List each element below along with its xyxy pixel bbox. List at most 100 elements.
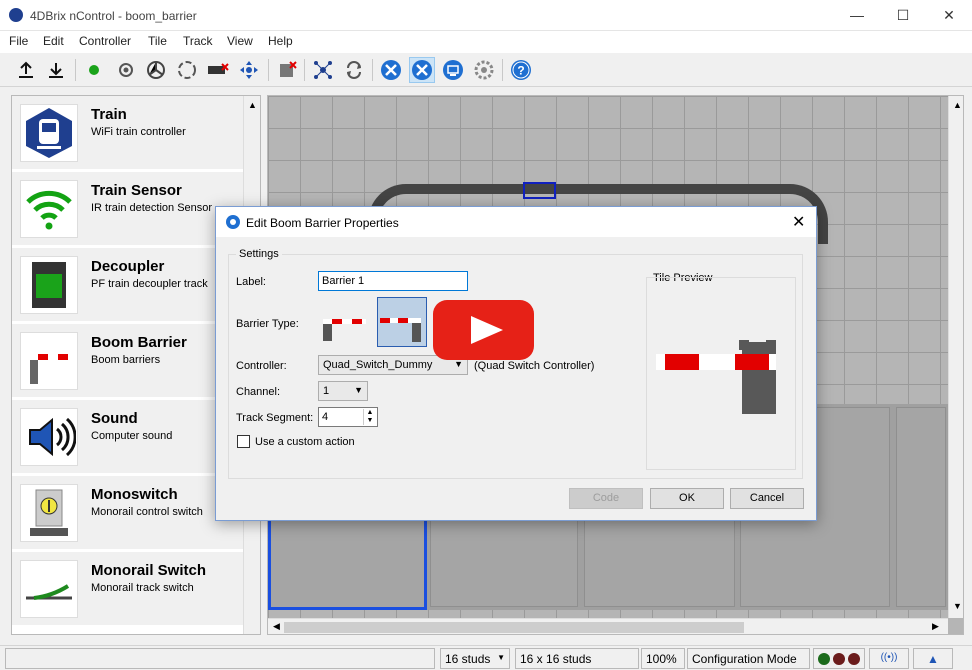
grid-size: 16 x 16 studs bbox=[515, 648, 639, 669]
video-play-icon[interactable] bbox=[433, 300, 534, 360]
label-label: Label: bbox=[236, 276, 266, 288]
gear-icon[interactable] bbox=[471, 57, 497, 83]
upload-icon[interactable] bbox=[13, 57, 39, 83]
sidebar-item-sound[interactable]: Sound Computer sound bbox=[12, 400, 243, 474]
sidebar-item-desc: Computer sound bbox=[91, 430, 173, 442]
stepper-arrows-icon[interactable]: ▲ ▼ bbox=[363, 409, 376, 425]
code-button[interactable]: Code bbox=[569, 488, 643, 509]
circle-track-icon[interactable] bbox=[174, 57, 200, 83]
sidebar-item-title: Boom Barrier bbox=[91, 334, 187, 351]
train-icon bbox=[20, 104, 78, 162]
toolbar: ? bbox=[0, 53, 972, 87]
network-icon[interactable] bbox=[310, 57, 336, 83]
mode-indicator: Configuration Mode bbox=[687, 648, 810, 669]
tile-preview-box bbox=[646, 277, 796, 470]
edit-boom-barrier-dialog: Edit Boom Barrier Properties ✕ Settings … bbox=[215, 206, 817, 521]
custom-action-label: Use a custom action bbox=[255, 436, 355, 448]
delete-tile-icon[interactable] bbox=[274, 57, 300, 83]
speaker-icon bbox=[20, 408, 78, 466]
boom-barrier-preview bbox=[656, 340, 776, 414]
decoupler-icon[interactable] bbox=[205, 57, 231, 83]
sidebar-item-desc: PF train decoupler track bbox=[91, 278, 208, 290]
broadcast-icon[interactable]: ((•)) bbox=[869, 648, 909, 669]
sidebar-item-title: Monoswitch bbox=[91, 486, 178, 503]
move-icon[interactable] bbox=[236, 57, 262, 83]
sidebar-item-title: Monorail Switch bbox=[91, 562, 207, 579]
track-segment-stepper[interactable]: 4 ▲ ▼ bbox=[318, 407, 378, 427]
minimize-button[interactable]: — bbox=[834, 0, 880, 31]
barrier-type-left-option[interactable] bbox=[318, 297, 368, 345]
menu-help[interactable]: Help bbox=[268, 31, 293, 48]
loop-icon[interactable] bbox=[341, 57, 367, 83]
controller-label: Controller: bbox=[236, 360, 287, 372]
barrier-type-right-option[interactable] bbox=[377, 297, 427, 347]
download-icon[interactable] bbox=[43, 57, 69, 83]
channel-label: Channel: bbox=[236, 386, 281, 398]
screen-icon[interactable] bbox=[440, 57, 466, 83]
bell-icon[interactable]: ▲ bbox=[913, 648, 953, 669]
scroll-right-icon[interactable]: ▶ bbox=[932, 621, 939, 632]
sidebar-item-title: Decoupler bbox=[91, 258, 165, 275]
scroll-up-icon[interactable]: ▲ bbox=[248, 100, 257, 110]
sidebar-item-title: Train bbox=[91, 106, 127, 123]
sidebar-item-monoswitch[interactable]: Monoswitch Monorail control switch bbox=[12, 476, 243, 550]
green-dot-icon[interactable] bbox=[81, 57, 107, 83]
status-bar: 16 studs ▼ 16 x 16 studs 100% Configurat… bbox=[0, 645, 972, 670]
sidebar-item-boom-barrier[interactable]: Boom Barrier Boom barriers bbox=[12, 324, 243, 398]
track-segment-label: Track Segment: bbox=[236, 412, 314, 424]
cancel-button[interactable]: Cancel bbox=[730, 488, 804, 509]
custom-action-checkbox[interactable] bbox=[237, 435, 250, 448]
menu-tile[interactable]: Tile bbox=[148, 31, 167, 48]
sidebar-item-decoupler[interactable]: Decoupler PF train decoupler track bbox=[12, 248, 243, 322]
monorail-switch-icon bbox=[20, 560, 78, 618]
scroll-up-icon[interactable]: ▲ bbox=[953, 100, 962, 110]
dialog-title-bar: Edit Boom Barrier Properties ✕ bbox=[216, 207, 816, 237]
monoswitch-icon bbox=[20, 484, 78, 542]
scroll-down-icon[interactable]: ▼ bbox=[953, 601, 962, 611]
sidebar-item-desc: Monorail track switch bbox=[91, 582, 194, 594]
decoupler-icon bbox=[20, 256, 78, 314]
studs-value: 16 studs bbox=[445, 652, 491, 666]
ok-button[interactable]: OK bbox=[650, 488, 724, 509]
menu-controller[interactable]: Controller bbox=[79, 31, 131, 48]
selected-tile[interactable] bbox=[523, 182, 556, 199]
controller-value: Quad_Switch_Dummy bbox=[323, 359, 433, 371]
menu-view[interactable]: View bbox=[227, 31, 253, 48]
studs-select[interactable]: 16 studs ▼ bbox=[440, 648, 510, 669]
help-icon[interactable]: ? bbox=[508, 57, 534, 83]
menu-edit[interactable]: Edit bbox=[43, 31, 64, 48]
boom-barrier-icon bbox=[20, 332, 78, 390]
maximize-button[interactable]: ☐ bbox=[880, 0, 926, 31]
app-icon bbox=[9, 8, 23, 22]
sidebar-item-desc: IR train detection Sensor bbox=[91, 202, 213, 214]
sidebar-item-train-sensor[interactable]: Train Sensor IR train detection Sensor bbox=[12, 172, 243, 246]
hscroll-thumb[interactable] bbox=[284, 622, 744, 633]
menu-file[interactable]: File bbox=[9, 31, 28, 48]
tile[interactable] bbox=[896, 407, 946, 607]
dialog-close-button[interactable]: ✕ bbox=[792, 212, 805, 232]
tools-icon[interactable] bbox=[378, 57, 404, 83]
channel-value: 1 bbox=[323, 385, 330, 397]
sidebar-item-train[interactable]: Train WiFi train controller bbox=[12, 96, 243, 170]
turntable-icon[interactable] bbox=[143, 57, 169, 83]
close-button[interactable]: ✕ bbox=[926, 0, 972, 31]
zoom-level: 100% bbox=[641, 648, 685, 669]
signal-lights bbox=[813, 648, 865, 669]
canvas-hscrollbar[interactable]: ◀ ▶ bbox=[268, 618, 948, 634]
settings-label: Settings bbox=[236, 248, 282, 260]
canvas-vscrollbar[interactable]: ▲ ▼ bbox=[948, 96, 963, 618]
label-input[interactable] bbox=[318, 271, 468, 291]
scroll-left-icon[interactable]: ◀ bbox=[273, 621, 280, 632]
tools-active-icon[interactable] bbox=[409, 57, 435, 83]
chevron-down-icon: ▼ bbox=[497, 653, 505, 662]
sensor-icon[interactable] bbox=[113, 57, 139, 83]
barrier-type-label: Barrier Type: bbox=[236, 318, 299, 330]
controller-note: (Quad Switch Controller) bbox=[474, 360, 595, 372]
track-segment-value: 4 bbox=[322, 411, 329, 423]
svg-text:?: ? bbox=[517, 64, 524, 78]
dialog-title: Edit Boom Barrier Properties bbox=[246, 216, 399, 230]
sidebar-item-desc: Boom barriers bbox=[91, 354, 161, 366]
channel-select[interactable]: 1 ▼ bbox=[318, 381, 368, 401]
sidebar-item-monorail-switch[interactable]: Monorail Switch Monorail track switch bbox=[12, 552, 243, 626]
menu-track[interactable]: Track bbox=[183, 31, 213, 48]
